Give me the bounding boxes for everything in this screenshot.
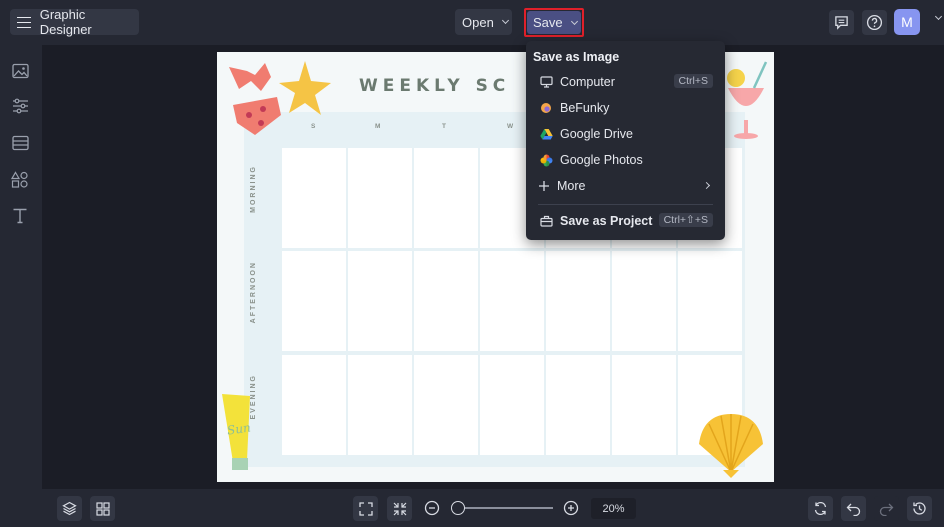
save-more-item[interactable]: More — [526, 173, 725, 199]
grid-cell — [678, 251, 742, 351]
app-menu-button[interactable]: Graphic Designer — [10, 7, 139, 37]
bikini-starfish-illustration — [229, 61, 331, 135]
grid-cell — [414, 148, 478, 248]
layers-icon — [62, 501, 77, 516]
grid-cell — [612, 355, 676, 455]
save-google-drive-item[interactable]: Google Drive — [526, 121, 725, 147]
row-label: MORNING — [250, 165, 257, 213]
seashell-illustration — [699, 414, 763, 478]
save-more-label: More — [557, 179, 586, 193]
top-bar: Graphic Designer Open Save M — [0, 0, 944, 45]
history-button[interactable] — [907, 496, 932, 521]
layout-icon[interactable] — [11, 134, 29, 152]
zoom-slider-handle[interactable] — [451, 501, 465, 515]
grid-cell — [414, 251, 478, 351]
layers-button[interactable] — [57, 496, 82, 521]
open-button[interactable]: Open — [455, 9, 512, 35]
grid-cell — [546, 251, 610, 351]
day-label: M — [375, 123, 381, 130]
grid-icon — [95, 501, 110, 516]
save-google-drive-label: Google Drive — [560, 127, 633, 141]
redo-button[interactable] — [874, 496, 899, 521]
undo-icon — [846, 503, 861, 516]
save-as-project-item[interactable]: Save as Project Ctrl+⇧+S — [526, 208, 725, 234]
plus-icon — [537, 179, 551, 193]
expand-icon — [358, 501, 373, 516]
save-as-image-heading: Save as Image — [533, 50, 620, 64]
shortcut-badge: Ctrl+S — [673, 74, 713, 88]
zoom-in-icon[interactable] — [563, 500, 579, 516]
chevron-down-icon — [501, 16, 509, 25]
zoom-slider-track[interactable] — [457, 507, 553, 509]
save-dropdown-menu: Save as Image Computer Ctrl+S BeFunky Go… — [526, 41, 725, 240]
zoom-value[interactable]: 20% — [591, 498, 636, 519]
app-title: Graphic Designer — [39, 7, 92, 37]
refresh-icon — [814, 501, 827, 516]
google-drive-icon — [539, 127, 553, 141]
grid-cell — [480, 251, 544, 351]
save-google-photos-label: Google Photos — [560, 153, 643, 167]
grid-cell — [546, 355, 610, 455]
grid-view-button[interactable] — [90, 496, 115, 521]
help-button[interactable] — [862, 10, 887, 35]
cocktail-illustration — [727, 61, 768, 139]
shortcut-badge: Ctrl+⇧+S — [658, 213, 713, 227]
left-sidebar — [0, 45, 42, 489]
grid-cell — [414, 355, 478, 455]
hamburger-icon — [17, 16, 31, 29]
undo-button[interactable] — [841, 496, 866, 521]
zoom-out-icon[interactable] — [424, 500, 440, 516]
comment-icon — [835, 16, 848, 30]
grid-cell — [612, 251, 676, 351]
grid-cell — [480, 355, 544, 455]
history-icon — [913, 502, 926, 515]
briefcase-icon — [539, 214, 553, 228]
comments-button[interactable] — [829, 10, 854, 35]
image-icon[interactable] — [11, 62, 29, 80]
save-highlight-box — [524, 8, 584, 37]
day-label: W — [507, 123, 514, 130]
elements-icon[interactable] — [11, 170, 29, 188]
open-label: Open — [462, 14, 494, 30]
befunky-icon — [539, 101, 553, 115]
save-computer-label: Computer — [560, 75, 615, 89]
save-as-project-label: Save as Project — [560, 214, 653, 228]
actual-size-button[interactable] — [387, 496, 412, 521]
collapse-icon — [393, 502, 406, 515]
chevron-down-icon[interactable] — [934, 12, 943, 21]
save-google-photos-item[interactable]: Google Photos — [526, 147, 725, 173]
day-label: T — [442, 123, 446, 130]
help-icon — [866, 14, 883, 31]
text-icon[interactable] — [11, 206, 29, 224]
grid-cell — [348, 355, 412, 455]
graphic-designer-app: Graphic Designer Open Save M WEEKLY SC S… — [0, 0, 944, 527]
grid-cell — [282, 251, 346, 351]
chevron-right-icon — [702, 181, 711, 190]
menu-divider — [538, 204, 713, 205]
adjust-icon[interactable] — [11, 97, 29, 115]
monitor-icon — [539, 75, 553, 89]
grid-cell — [348, 148, 412, 248]
avatar[interactable]: M — [894, 9, 920, 35]
row-label: AFTERNOON — [250, 261, 257, 324]
save-computer-item[interactable]: Computer Ctrl+S — [526, 69, 725, 95]
save-befunky-item[interactable]: BeFunky — [526, 95, 725, 121]
save-befunky-label: BeFunky — [560, 101, 610, 115]
grid-cell — [282, 148, 346, 248]
google-photos-icon — [539, 153, 553, 167]
avatar-initial: M — [901, 14, 913, 30]
grid-cell — [282, 355, 346, 455]
refresh-button[interactable] — [808, 496, 833, 521]
redo-icon — [879, 503, 894, 516]
schedule-title[interactable]: WEEKLY SC — [359, 76, 510, 96]
fit-to-screen-button[interactable] — [353, 496, 378, 521]
grid-cell — [348, 251, 412, 351]
